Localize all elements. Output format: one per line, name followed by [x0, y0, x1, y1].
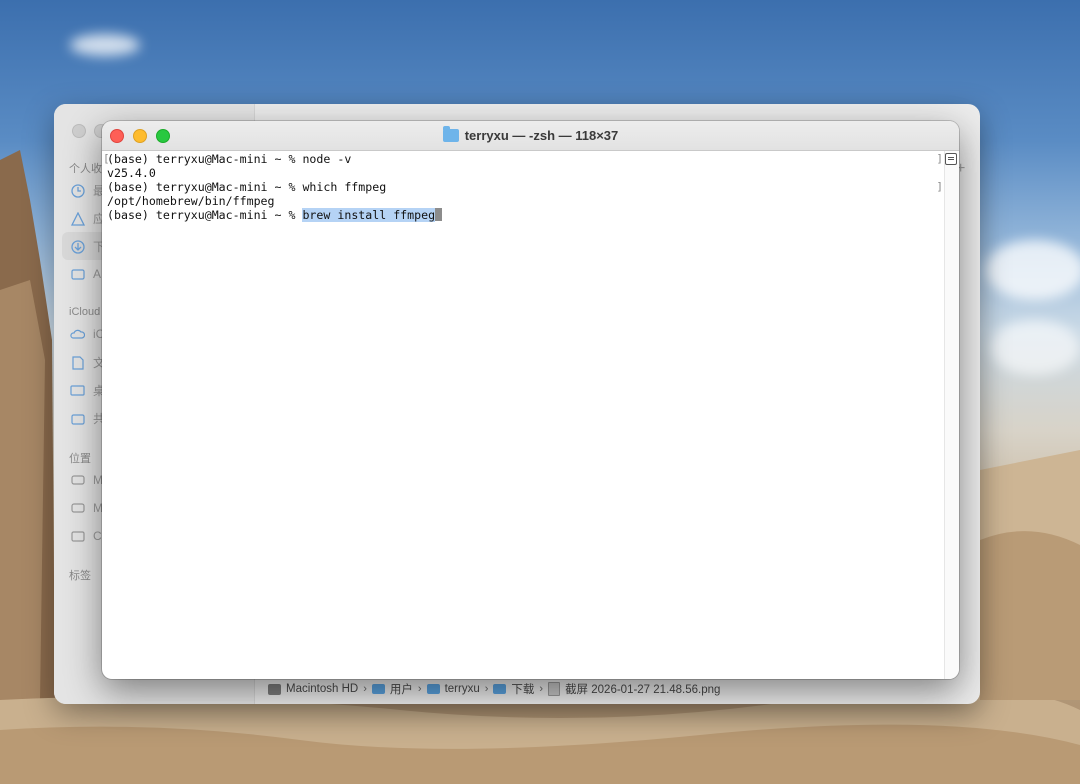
shared-folder-icon: [70, 411, 85, 426]
apps-icon: [70, 211, 85, 226]
terminal-titlebar[interactable]: terryxu — -zsh — 118×37: [102, 121, 959, 151]
path-item[interactable]: 截屏 2026-01-27 21.48.56.png: [565, 681, 720, 697]
finder-close-button[interactable]: [72, 124, 86, 138]
folder-icon: [70, 528, 85, 543]
sidebar-item-label: A: [93, 266, 102, 281]
clock-icon: [70, 183, 85, 198]
desktop-badlands: [0, 690, 1080, 784]
folder-icon: [371, 684, 385, 694]
window-title-text: terryxu — -zsh — 118×37: [464, 128, 619, 143]
terminal-output[interactable]: (base) terryxu@Mac-mini ~ % node -v v25.…: [102, 151, 945, 679]
path-item[interactable]: 下载: [511, 681, 534, 697]
terminal-line: (base) terryxu@Mac-mini ~ % node -v: [107, 152, 352, 166]
desktop-cloud: [985, 240, 1080, 300]
sidebar-section-favorites: 个人收: [69, 163, 102, 175]
desktop-cloud: [70, 34, 140, 56]
sidebar-item-downloads[interactable]: 下: [70, 238, 105, 255]
chevron-right-icon: ›: [484, 683, 489, 695]
path-item[interactable]: Macintosh HD: [286, 683, 358, 695]
disk-icon: [70, 500, 85, 515]
terminal-prompt-line[interactable]: (base) terryxu@Mac-mini ~ % brew install…: [107, 208, 945, 222]
selected-command[interactable]: brew install ffmpeg: [302, 208, 436, 222]
path-item[interactable]: 用户: [390, 681, 413, 697]
prompt: (base) terryxu@Mac-mini ~ %: [107, 208, 303, 222]
folder-icon: [442, 126, 459, 142]
sidebar-item-disk-1[interactable]: M: [70, 472, 103, 487]
terminal-line: /opt/homebrew/bin/ffmpeg: [107, 194, 275, 208]
sidebar-item-icloud-drive[interactable]: iC: [70, 326, 104, 341]
sidebar-item-recents[interactable]: 最: [70, 182, 105, 199]
sidebar-item-folder-location[interactable]: C: [70, 528, 102, 543]
split-pane-icon[interactable]: [945, 153, 957, 165]
image-file-icon: [548, 682, 561, 696]
sidebar-item-shared[interactable]: 共: [70, 410, 105, 427]
window-title: terryxu — -zsh — 118×37: [102, 126, 959, 143]
sidebar-item-folder[interactable]: A: [70, 266, 101, 281]
disk-icon: [268, 683, 281, 695]
sidebar-item-documents[interactable]: 文: [70, 354, 105, 371]
sidebar-item-label: C: [93, 528, 102, 543]
terminal-line: v25.4.0: [107, 166, 156, 180]
chevron-right-icon: ›: [417, 683, 422, 695]
scrollbar[interactable]: [944, 151, 959, 679]
sidebar-section-icloud: iCloud: [69, 306, 101, 318]
desktop-hills: [980, 450, 1080, 700]
cloud-icon: [70, 326, 85, 341]
path-bar: Macintosh HD › 用户 › terryxu › 下载 › 截屏 20…: [268, 680, 720, 698]
sidebar-section-locations: 位置: [69, 453, 91, 465]
terminal-window[interactable]: terryxu — -zsh — 118×37 [ ] ] (base) ter…: [102, 121, 959, 679]
path-item[interactable]: terryxu: [445, 683, 480, 695]
folder-icon: [70, 266, 85, 281]
desktop-cloud: [990, 320, 1080, 375]
chevron-right-icon: ›: [539, 683, 544, 695]
chevron-right-icon: ›: [363, 683, 367, 695]
desktop-cliff: [0, 150, 55, 700]
terminal-line: (base) terryxu@Mac-mini ~ % which ffmpeg: [107, 180, 387, 194]
sidebar-item-applications[interactable]: 应: [70, 210, 105, 227]
downloads-folder-icon: [493, 684, 507, 694]
home-folder-icon: [426, 684, 440, 694]
download-icon: [70, 239, 85, 254]
disk-icon: [70, 472, 85, 487]
sidebar-item-desktop[interactable]: 桌: [70, 382, 105, 399]
document-icon: [70, 355, 85, 370]
sidebar-section-tags: 标签: [69, 570, 91, 582]
desktop-icon: [70, 383, 85, 398]
text-cursor: [435, 208, 443, 221]
sidebar-item-disk-2[interactable]: M: [70, 500, 103, 515]
